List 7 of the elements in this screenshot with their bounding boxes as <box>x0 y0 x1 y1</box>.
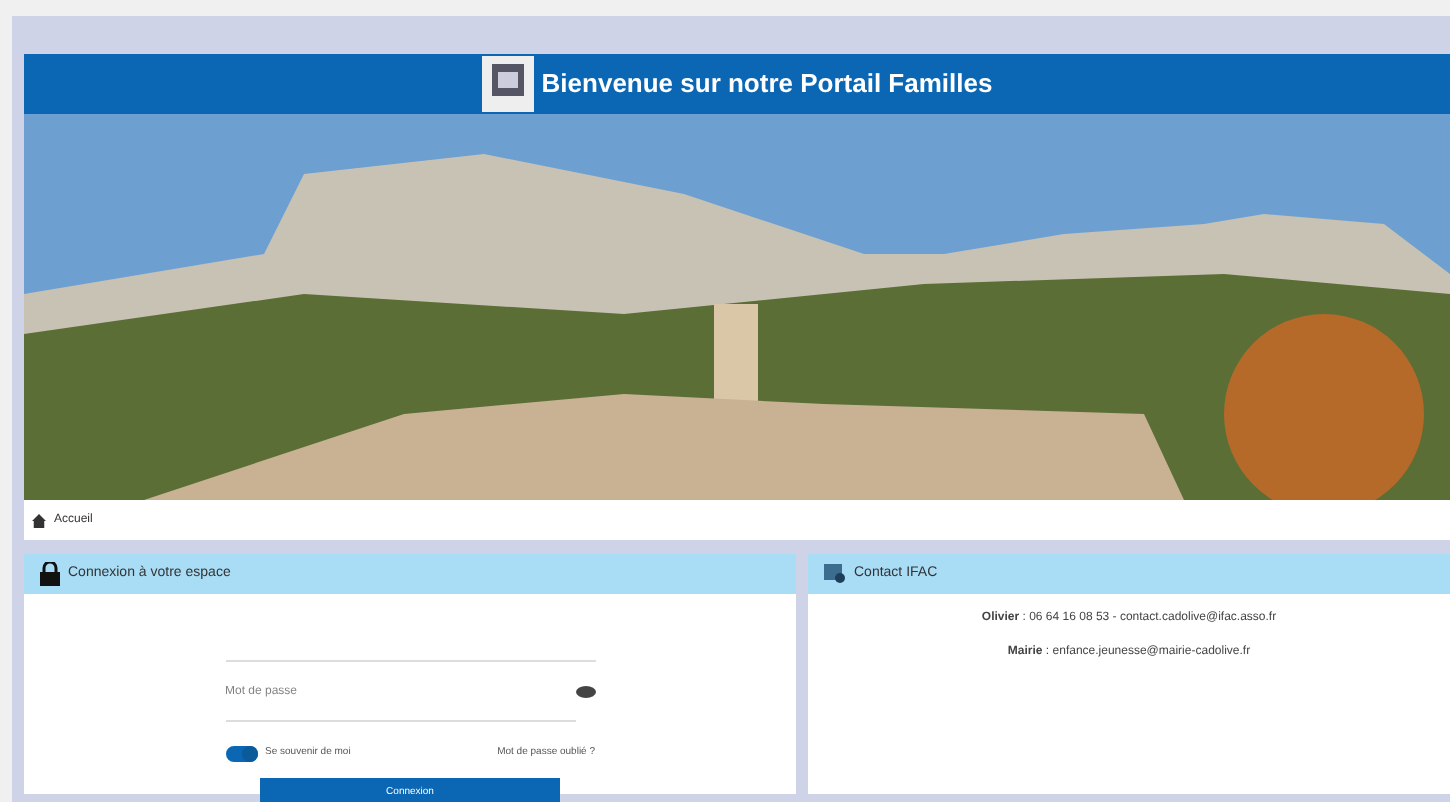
eye-icon[interactable] <box>575 686 595 698</box>
header-title: Bienvenue sur notre Portail Familles <box>541 66 993 103</box>
lock-icon <box>40 562 60 586</box>
crest-icon <box>481 56 534 112</box>
remember-toggle[interactable] <box>225 746 257 762</box>
contact-card-icon <box>824 564 846 584</box>
home-icon <box>32 513 46 527</box>
